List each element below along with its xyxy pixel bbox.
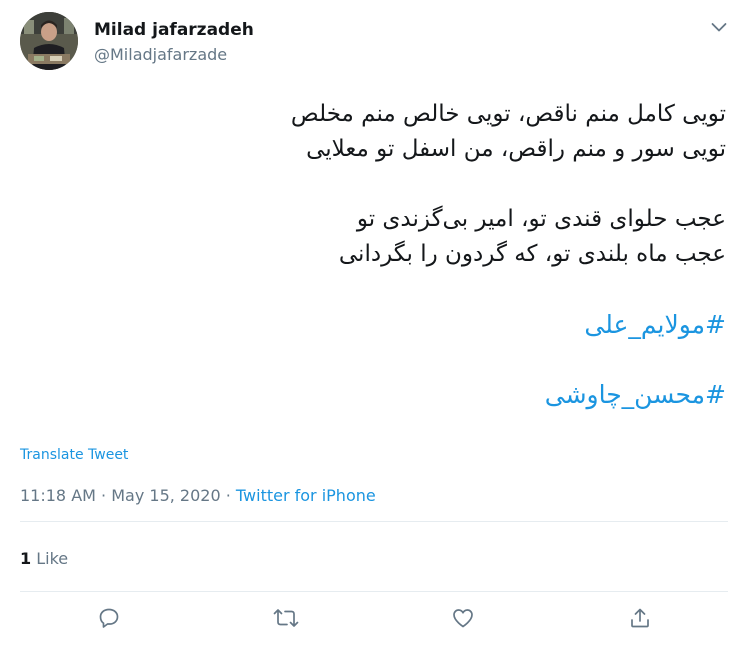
reply-icon xyxy=(97,606,121,634)
like-button[interactable] xyxy=(449,606,477,634)
tweet-line: عجب ماه بلندی تو، که گردون را بگردانی xyxy=(338,241,726,267)
avatar[interactable] xyxy=(20,12,78,70)
chevron-down-icon[interactable] xyxy=(707,15,731,39)
display-name[interactable]: Milad jafarzadeh xyxy=(94,19,254,41)
share-icon xyxy=(628,606,652,634)
likes-count: 1 xyxy=(20,549,32,568)
tweet-line: عجب حلوای قندی تو، امیر بی‌گزندی تو xyxy=(356,206,726,232)
translate-tweet-link[interactable]: Translate Tweet xyxy=(20,446,128,464)
tweet-line: تویی سور و منم راقص، من اسفل تو معلایی xyxy=(306,136,726,162)
likes-label: Like xyxy=(31,549,69,568)
tweet-date[interactable]: May 15, 2020 xyxy=(111,486,220,505)
tweet-line: تویی کامل منم ناقص، تویی خالص منم مخلص xyxy=(290,101,726,127)
divider xyxy=(20,591,728,592)
reply-button[interactable] xyxy=(95,606,123,634)
retweet-icon xyxy=(272,606,300,634)
share-button[interactable] xyxy=(626,606,654,634)
tweet-text: تویی کامل منم ناقص، تویی خالص منم مخلص ت… xyxy=(26,97,726,412)
hashtag-link[interactable]: #مولایم_علی xyxy=(26,307,726,342)
tweet-time[interactable]: 11:18 AM xyxy=(20,486,96,505)
meta-separator: · xyxy=(220,486,236,505)
retweet-button[interactable] xyxy=(272,606,300,634)
divider xyxy=(20,521,728,522)
hashtag-link[interactable]: #محسن_چاوشی xyxy=(26,377,726,412)
heart-icon xyxy=(451,606,475,634)
tweet-source-link[interactable]: Twitter for iPhone xyxy=(236,486,376,505)
user-handle[interactable]: @Miladjafarzade xyxy=(94,45,227,65)
tweet-meta: 11:18 AM · May 15, 2020 · Twitter for iP… xyxy=(20,485,376,507)
meta-separator: · xyxy=(95,486,112,505)
tweet-card: Milad jafarzadeh @Miladjafarzade تویی کا… xyxy=(0,0,748,650)
likes-stat[interactable]: 1 Like xyxy=(20,548,68,570)
